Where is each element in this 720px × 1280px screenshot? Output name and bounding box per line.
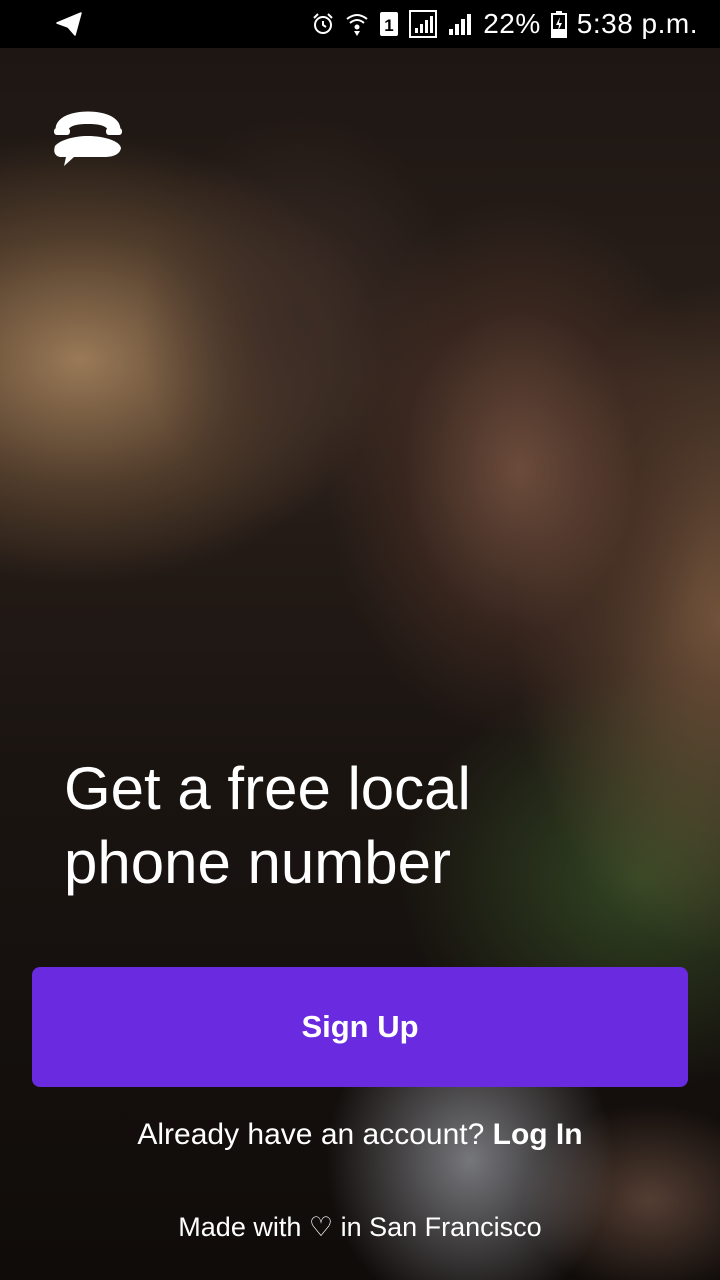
login-prompt: Already have an account? — [137, 1118, 485, 1151]
made-with-suffix: in San Francisco — [340, 1212, 542, 1242]
alarm-icon — [311, 12, 335, 36]
signal-sim1-icon — [409, 10, 438, 38]
signal-sim2-icon — [447, 11, 473, 37]
battery-charging-icon — [550, 10, 567, 38]
textnow-logo-icon — [52, 106, 124, 170]
svg-text:1: 1 — [384, 16, 393, 35]
headline: Get a free local phone number — [64, 755, 471, 896]
welcome-screen: 1 22% 5:38 p.m. Get a free local phone n… — [0, 0, 720, 1280]
battery-percent: 22% — [483, 8, 541, 39]
made-in-sf-note: Made with ♡ in San Francisco — [0, 1212, 720, 1243]
login-row: Already have an account? Log In — [0, 1118, 720, 1152]
telegram-send-icon — [56, 12, 82, 36]
made-with-prefix: Made with — [178, 1212, 302, 1242]
status-bar: 1 22% 5:38 p.m. — [0, 0, 720, 48]
sign-up-button[interactable]: Sign Up — [32, 967, 688, 1087]
log-in-link[interactable]: Log In — [493, 1118, 583, 1151]
status-time: 5:38 p.m. — [576, 8, 698, 39]
wifi-call-icon — [345, 11, 369, 37]
sim-1-icon: 1 — [379, 11, 399, 37]
heart-icon: ♡ — [308, 1212, 334, 1242]
